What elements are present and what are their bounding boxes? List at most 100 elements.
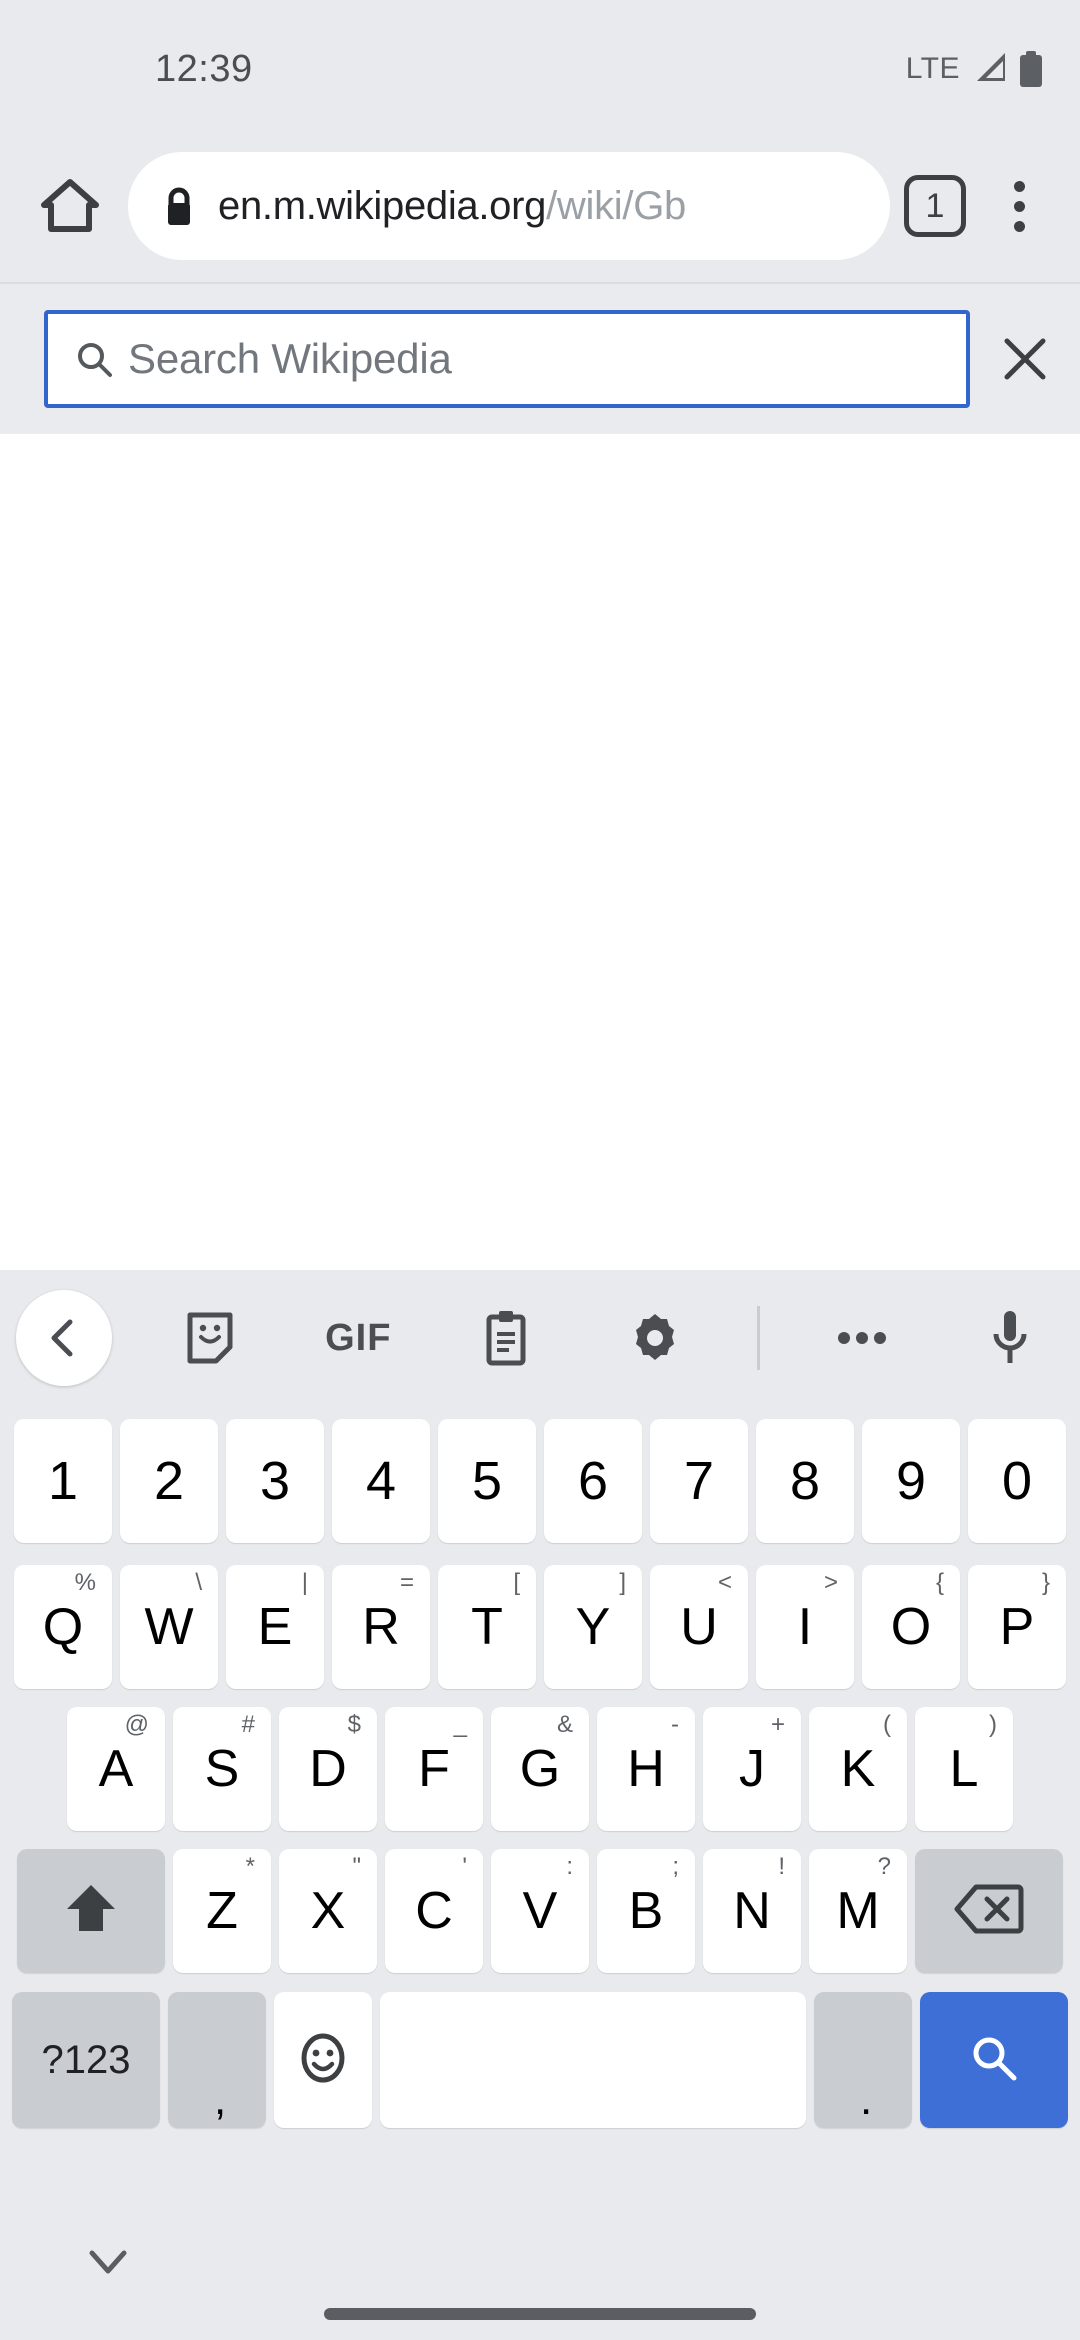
key-8[interactable]: 8 [756, 1419, 854, 1543]
key-7[interactable]: 7 [650, 1419, 748, 1543]
microphone-icon[interactable] [960, 1290, 1060, 1386]
key-sublabel: [ [513, 1569, 520, 1596]
key-label: P [999, 1598, 1035, 1656]
key-label: I [797, 1598, 813, 1656]
key-sublabel: } [1041, 1569, 1050, 1596]
key-1[interactable]: 1 [14, 1419, 112, 1543]
key-f[interactable]: _ F [385, 1707, 483, 1831]
key-label: 4 [365, 1451, 397, 1511]
key-v[interactable]: :V [491, 1849, 589, 1973]
tab-count-label: 1 [925, 186, 945, 225]
status-clock: 12:39 [155, 47, 253, 90]
key-9[interactable]: 9 [862, 1419, 960, 1543]
key-e[interactable]: | E [226, 1565, 324, 1689]
key-l[interactable]: ) L [915, 1707, 1013, 1831]
keyboard-rows: 1 2 3 4 5 6 7 8 9 0 % Q \ W | E = R [T ] Y < U… [0, 1406, 1080, 2138]
key-m[interactable]: ? M [809, 1849, 907, 1973]
key-a[interactable]: @ A [67, 1707, 165, 1831]
wikipedia-search-bar: Search Wikipedia [0, 282, 1080, 434]
key-h[interactable]: -H [597, 1707, 695, 1831]
key-5[interactable]: 5 [438, 1419, 536, 1543]
key-0[interactable]: 0 [968, 1419, 1066, 1543]
gif-icon[interactable]: GIF [308, 1290, 408, 1386]
key-y[interactable]: ] Y [544, 1565, 642, 1689]
key-label: H [627, 1740, 665, 1798]
key-label: J [739, 1740, 765, 1798]
page-content-area [0, 434, 1080, 1270]
key-sublabel: = [399, 1569, 414, 1596]
key-label: 5 [471, 1451, 503, 1511]
gesture-home-bar[interactable] [324, 2308, 756, 2320]
key-sublabel: ) [989, 1711, 997, 1738]
url-omnibox[interactable]: en.m.wikipedia.org/wiki/Gb [128, 152, 890, 260]
key-sublabel: @ [124, 1711, 149, 1738]
keyboard-row-top: % Q \ W | E = R [T ] Y < U > I {O } P [0, 1556, 1080, 1698]
key-sublabel: ] [619, 1569, 626, 1596]
key-label: 8 [789, 1451, 821, 1511]
key-x[interactable]: " X [279, 1849, 377, 1973]
key-label: 1 [47, 1451, 79, 1511]
settings-gear-icon[interactable] [605, 1290, 705, 1386]
status-indicators: LTE [906, 51, 1042, 88]
key-d[interactable]: $ D [279, 1707, 377, 1831]
key-label: O [890, 1598, 932, 1656]
key-u[interactable]: < U [650, 1565, 748, 1689]
space-key[interactable] [380, 1992, 806, 2128]
comma-key[interactable]: , [168, 1992, 266, 2128]
key-2[interactable]: 2 [120, 1419, 218, 1543]
key-z[interactable]: * Z [173, 1849, 271, 1973]
status-bar: 12:39 LTE [0, 0, 1080, 130]
key-sublabel: " [352, 1853, 361, 1880]
search-enter-icon [966, 2030, 1022, 2091]
key-sublabel: ; [672, 1853, 679, 1880]
url-path: /wiki/Gb [546, 183, 686, 228]
key-6[interactable]: 6 [544, 1419, 642, 1543]
key-g[interactable]: & G [491, 1707, 589, 1831]
key-r[interactable]: = R [332, 1565, 430, 1689]
search-icon [74, 339, 114, 379]
key-sublabel: | [301, 1569, 308, 1596]
phone-screen: 12:39 LTE en.m.wikipedia.org/wiki/Gb 1 S… [0, 0, 1080, 2340]
key-i[interactable]: > I [756, 1565, 854, 1689]
key-label: D [309, 1740, 347, 1798]
symbols-key[interactable]: ?123 [12, 1992, 160, 2128]
key-n[interactable]: ! N [703, 1849, 801, 1973]
more-options-icon[interactable] [812, 1290, 912, 1386]
key-label: S [204, 1740, 240, 1798]
kebab-menu-icon[interactable] [984, 166, 1054, 246]
tab-counter-button[interactable]: 1 [904, 175, 966, 237]
key-p[interactable]: } P [968, 1565, 1066, 1689]
key-3[interactable]: 3 [226, 1419, 324, 1543]
key-t[interactable]: [T [438, 1565, 536, 1689]
key-w[interactable]: \ W [120, 1565, 218, 1689]
key-4[interactable]: 4 [332, 1419, 430, 1543]
key-o[interactable]: {O [862, 1565, 960, 1689]
key-sublabel: < [717, 1569, 732, 1596]
key-sublabel: ! [778, 1853, 785, 1880]
gif-label: GIF [325, 1316, 392, 1359]
key-label: X [310, 1882, 346, 1940]
key-j[interactable]: + J [703, 1707, 801, 1831]
enter-search-key[interactable] [920, 1992, 1068, 2128]
emoji-key[interactable] [274, 1992, 372, 2128]
close-x-icon[interactable] [970, 304, 1080, 414]
key-q[interactable]: % Q [14, 1565, 112, 1689]
chevron-down-icon[interactable] [78, 2232, 138, 2292]
key-label: , [214, 2075, 227, 2124]
home-icon[interactable] [22, 158, 118, 254]
key-k[interactable]: (K [809, 1707, 907, 1831]
search-input[interactable]: Search Wikipedia [44, 310, 970, 408]
shift-key[interactable] [17, 1849, 165, 1973]
clipboard-icon[interactable] [456, 1290, 556, 1386]
emoji-smiley-icon [297, 2030, 349, 2091]
backspace-key[interactable] [915, 1849, 1063, 1973]
keyboard-row-function: ?123 , . [0, 1982, 1080, 2138]
sticker-icon[interactable] [160, 1290, 260, 1386]
key-s[interactable]: # S [173, 1707, 271, 1831]
key-b[interactable]: ; B [597, 1849, 695, 1973]
key-label: 7 [683, 1451, 715, 1511]
key-c[interactable]: ' C [385, 1849, 483, 1973]
key-label: T [471, 1598, 503, 1656]
period-key[interactable]: . [814, 1992, 912, 2128]
back-chevron-icon[interactable] [16, 1290, 112, 1386]
